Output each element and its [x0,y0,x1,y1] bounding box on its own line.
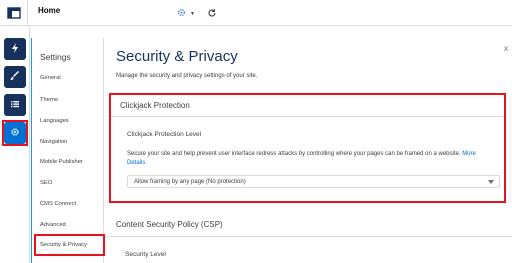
sidebar-item-languages[interactable]: Languages [40,118,69,124]
settings-menu[interactable]: ▼ [176,5,195,23]
home-tab[interactable]: Home [38,6,60,15]
sidebar-title: Settings [40,52,71,62]
list-icon [10,96,20,114]
main-panel: Security & Privacy Manage the security a… [106,38,512,263]
sidebar-item-advanced[interactable]: Advanced [40,222,66,228]
chevron-down-icon: ▼ [190,11,195,17]
clickjack-level-select[interactable]: Allow framing by any page (No protection… [127,175,500,188]
clickjack-protection-card: Clickjack Protection Clickjack Protectio… [109,93,506,203]
sidebar-item-navigation[interactable]: Navigation [40,139,67,145]
settings-highlight-box [2,120,28,146]
settings-sidebar: Settings General Theme Languages Navigat… [32,38,104,263]
chevron-down-icon [488,180,494,184]
sidebar-item-theme[interactable]: Theme [40,97,58,103]
clickjack-heading: Clickjack Protection [120,101,190,110]
page-title: Security & Privacy [116,48,238,65]
clickjack-level-label: Clickjack Protection Level [127,131,202,138]
lightning-icon [10,40,20,58]
app-launcher-icon[interactable] [0,0,28,26]
gear-icon [176,5,187,23]
clickjack-help-body: Secure your site and help prevent user i… [127,151,461,157]
csp-heading: Content Security Policy (CSP) [116,220,223,229]
csp-security-level-label: Security Level [125,251,166,258]
clickjack-level-value: Allow framing by any page (No protection… [134,179,246,185]
security-privacy-highlight-box [34,234,105,256]
page-description: Manage the security and privacy settings… [116,73,258,79]
clickjack-help-text: Secure your site and help prevent user i… [127,150,487,168]
rail-list-button[interactable] [4,94,26,116]
sidebar-item-cms-connect[interactable]: CMS Connect [40,201,76,207]
rail-lightning-button[interactable] [4,38,26,60]
sidebar-item-general[interactable]: General [40,75,61,81]
sidebar-item-seo[interactable]: SEO [40,180,52,186]
left-rail [0,26,30,263]
close-icon[interactable]: x [504,44,508,53]
brush-icon [10,68,20,86]
refresh-icon[interactable] [207,5,217,23]
clickjack-card-header: Clickjack Protection [111,95,504,117]
top-bar: Home ▼ [0,0,512,26]
rail-brush-button[interactable] [4,66,26,88]
csp-divider [106,236,512,237]
sidebar-item-mobile-publisher[interactable]: Mobile Publisher [40,159,83,165]
